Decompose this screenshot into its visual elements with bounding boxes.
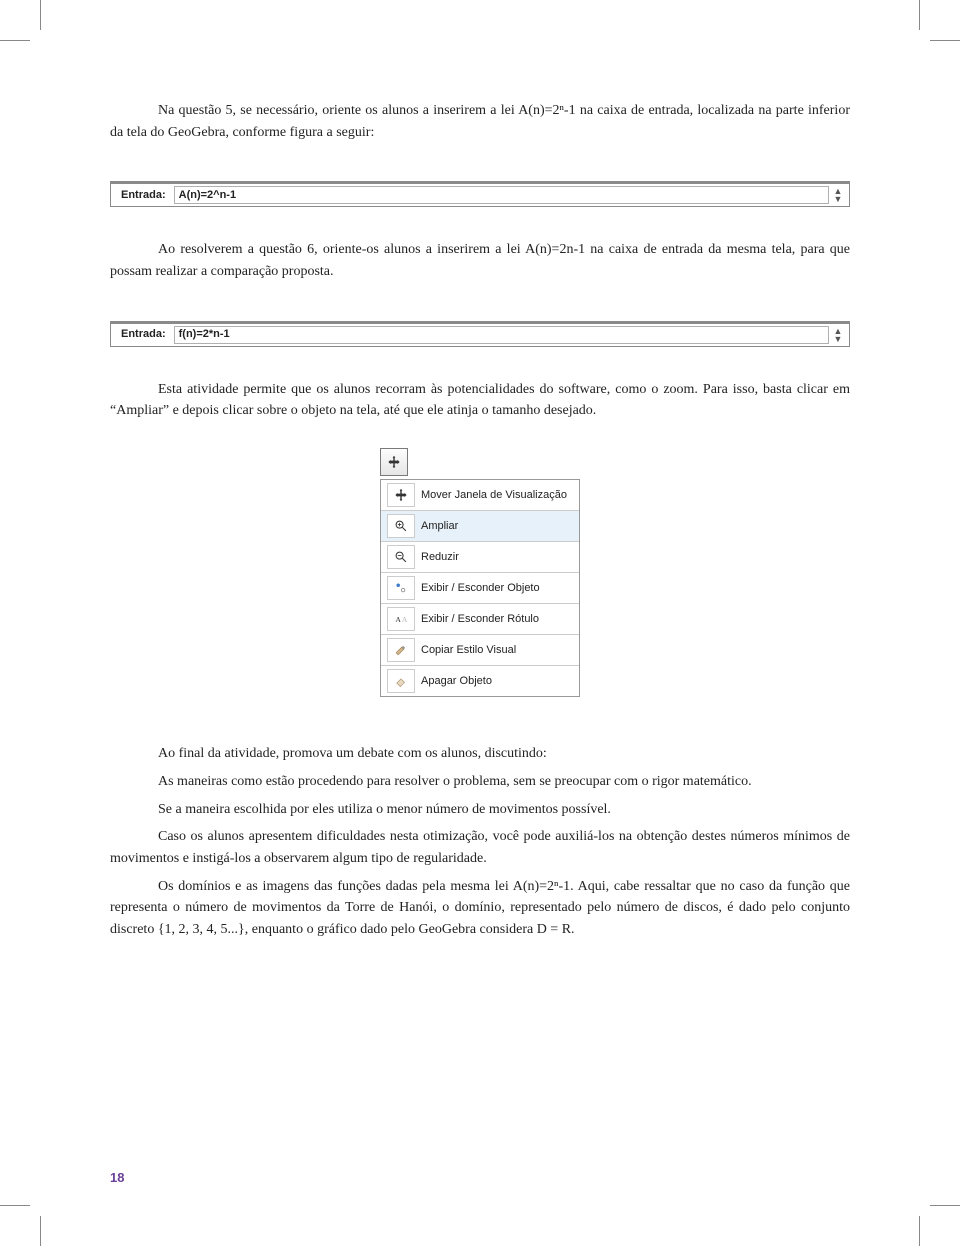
menu-item-label: Exibir / Esconder Rótulo — [421, 611, 539, 628]
input-label: Entrada: — [111, 187, 172, 204]
paragraph: Se a maneira escolhida por eles utiliza … — [110, 799, 850, 821]
crop-mark — [919, 1216, 920, 1246]
erase-icon — [387, 669, 415, 693]
input-value: f(n)=2*n-1 — [179, 326, 230, 343]
paragraph: Ao resolverem a questão 6, oriente-os al… — [110, 239, 850, 282]
paragraph: Caso os alunos apresentem dificuldades n… — [110, 826, 850, 869]
svg-text:A: A — [402, 615, 408, 624]
paragraph: As maneiras como estão procedendo para r… — [110, 771, 850, 793]
menu-item-zoom-out[interactable]: Reduzir — [381, 542, 579, 573]
crop-mark — [40, 1216, 41, 1246]
menu-item-label: Reduzir — [421, 549, 459, 566]
input-value: A(n)=2^n-1 — [179, 187, 236, 204]
crop-mark — [0, 40, 30, 41]
menu-item-label: Apagar Objeto — [421, 673, 492, 690]
input-field[interactable]: f(n)=2*n-1 — [174, 326, 829, 344]
geogebra-input-bar: Entrada: f(n)=2*n-1 ▲▼ — [110, 321, 850, 347]
crop-mark — [40, 0, 41, 30]
input-label: Entrada: — [111, 326, 172, 343]
menu-item-move-view[interactable]: Mover Janela de Visualização — [381, 480, 579, 511]
menu-item-label: Mover Janela de Visualização — [421, 487, 567, 504]
paragraph: Esta atividade permite que os alunos rec… — [110, 379, 850, 422]
menu-item-label: Copiar Estilo Visual — [421, 642, 516, 659]
geogebra-tool-dropdown: Mover Janela de Visualização Ampliar Red… — [380, 448, 580, 697]
menu-item-erase[interactable]: Apagar Objeto — [381, 666, 579, 696]
menu-item-show-label[interactable]: AA Exibir / Esconder Rótulo — [381, 604, 579, 635]
show-label-icon: AA — [387, 607, 415, 631]
menu-item-zoom-in[interactable]: Ampliar — [381, 511, 579, 542]
paragraph: Na questão 5, se necessário, oriente os … — [110, 100, 850, 143]
crop-mark — [930, 1205, 960, 1206]
crop-mark — [0, 1205, 30, 1206]
tool-menu-list: Mover Janela de Visualização Ampliar Red… — [380, 479, 580, 697]
menu-item-copy-style[interactable]: Copiar Estilo Visual — [381, 635, 579, 666]
move-icon — [387, 483, 415, 507]
menu-item-label: Exibir / Esconder Objeto — [421, 580, 540, 597]
spinner-icon[interactable]: ▲▼ — [831, 187, 849, 203]
crop-mark — [919, 0, 920, 30]
paragraph: Os domínios e as imagens das funções dad… — [110, 876, 850, 941]
menu-item-label: Ampliar — [421, 518, 458, 535]
input-field[interactable]: A(n)=2^n-1 — [174, 186, 829, 204]
zoom-in-icon — [387, 514, 415, 538]
move-view-tool-button[interactable] — [380, 448, 408, 476]
geogebra-input-bar: Entrada: A(n)=2^n-1 ▲▼ — [110, 181, 850, 207]
crop-mark — [930, 40, 960, 41]
zoom-out-icon — [387, 545, 415, 569]
page-content: Na questão 5, se necessário, oriente os … — [110, 100, 850, 947]
svg-text:A: A — [395, 615, 401, 624]
show-object-icon — [387, 576, 415, 600]
paragraph: Ao final da atividade, promova um debate… — [110, 743, 850, 765]
move-icon — [387, 455, 401, 469]
copy-style-icon — [387, 638, 415, 662]
page-number: 18 — [110, 1168, 124, 1188]
menu-item-show-object[interactable]: Exibir / Esconder Objeto — [381, 573, 579, 604]
spinner-icon[interactable]: ▲▼ — [831, 327, 849, 343]
